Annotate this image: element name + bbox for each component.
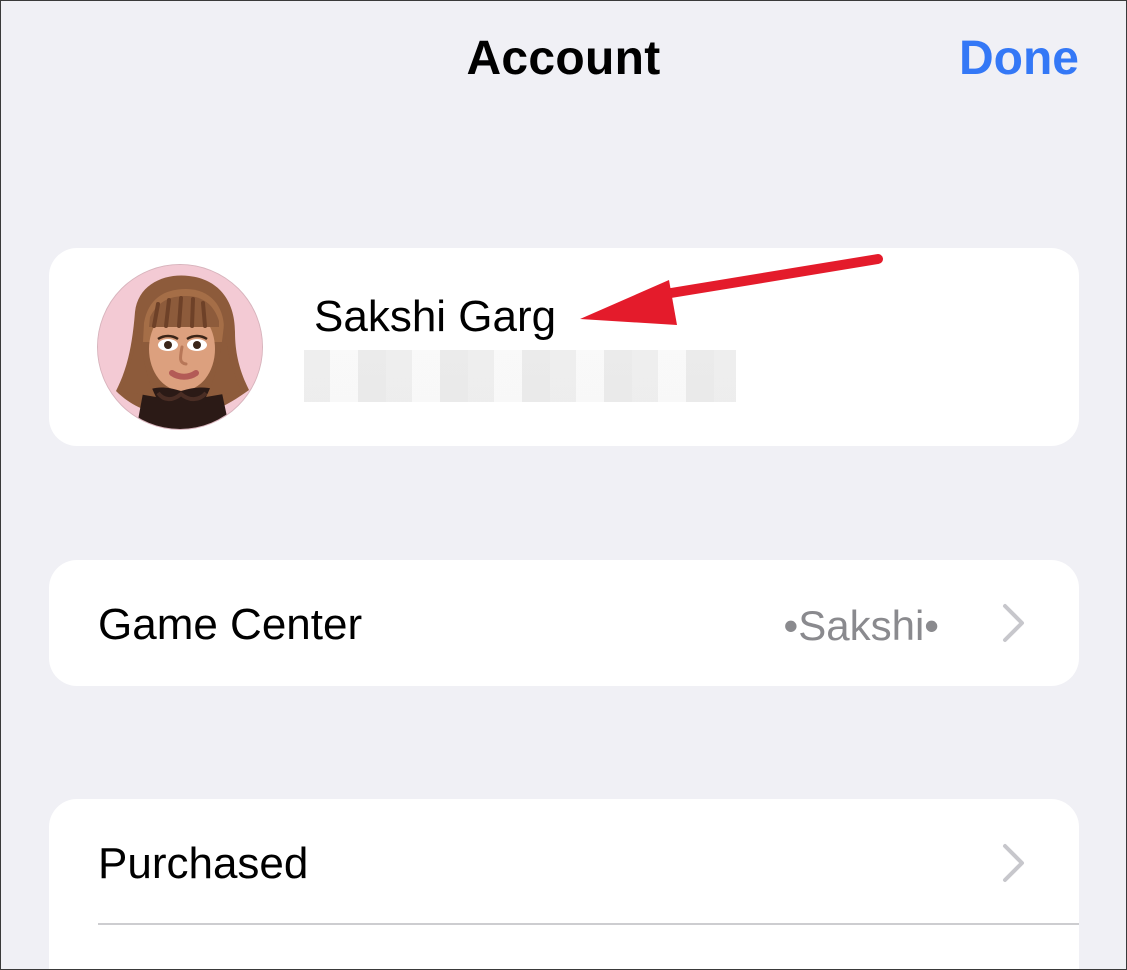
game-center-label: Game Center (98, 600, 363, 649)
chevron-right-icon (1003, 604, 1024, 642)
game-center-value: •Sakshi• (783, 602, 939, 649)
memoji-avatar-icon (97, 264, 263, 430)
profile-name: Sakshi Garg (314, 292, 557, 341)
redacted-email (304, 350, 736, 402)
page-title: Account (466, 32, 661, 85)
purchased-row[interactable]: Purchased (49, 799, 1079, 969)
profile-card[interactable]: Sakshi Garg (49, 248, 1079, 446)
row-divider (98, 923, 1079, 925)
done-button[interactable]: Done (959, 31, 1079, 86)
account-screen: Account Done Sakshi Garg Game Center •Sa… (0, 0, 1127, 970)
chevron-right-icon (1003, 844, 1024, 882)
game-center-row[interactable]: Game Center •Sakshi• (49, 560, 1079, 686)
purchased-label: Purchased (98, 839, 309, 888)
